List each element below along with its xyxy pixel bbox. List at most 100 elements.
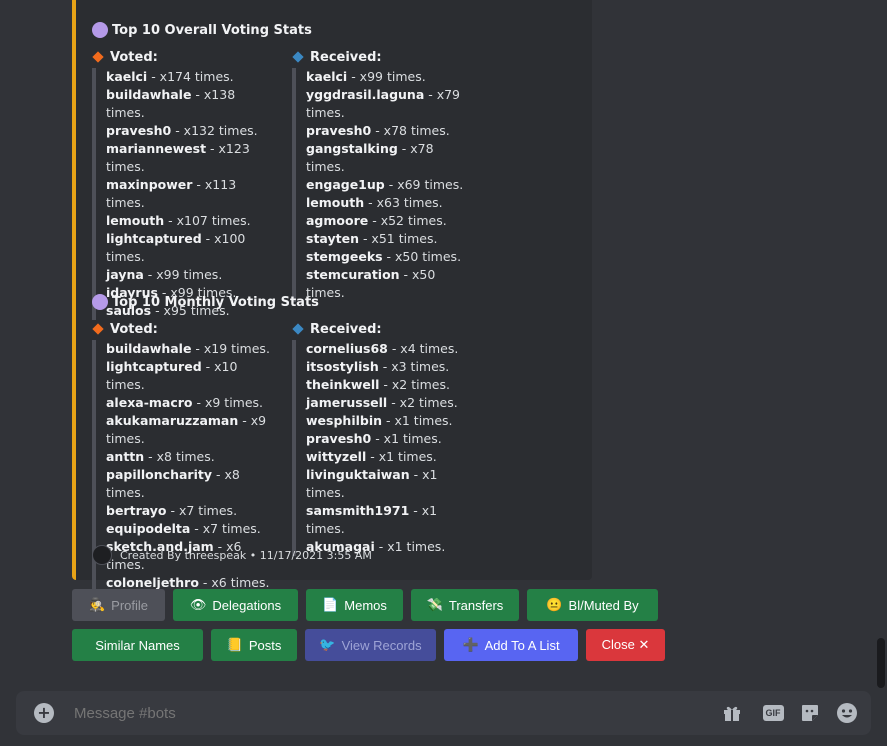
- vote-count: - x9 times.: [192, 395, 264, 410]
- eye-icon: 👁: [189, 597, 207, 612]
- purple-circle-icon: [92, 22, 108, 38]
- add-attachment-icon[interactable]: +: [34, 703, 54, 723]
- memos-button[interactable]: 📄 Memos: [306, 589, 403, 621]
- transfers-label: Transfers: [448, 597, 504, 613]
- vote-count: - x1 times.: [374, 539, 446, 554]
- list-item: lightcaptured - x10 times.: [106, 358, 272, 394]
- username: jamerussell: [306, 395, 388, 410]
- username: kaelci: [106, 69, 148, 84]
- overall-received-label: Received:: [310, 49, 382, 65]
- vote-count: - x63 times.: [364, 195, 443, 210]
- vote-count: times.: [306, 105, 345, 120]
- vote-count: - x69 times.: [384, 177, 464, 192]
- sticker-icon[interactable]: [799, 702, 821, 724]
- vote-count: - x79: [424, 87, 461, 102]
- similar-names-button[interactable]: Similar Names: [72, 629, 203, 661]
- blue-diamond-icon: [292, 51, 304, 63]
- monthly-stats-title: Top 10 Monthly Voting Stats: [92, 294, 319, 310]
- vote-count: - x99 times.: [143, 267, 223, 282]
- author-avatar: [92, 545, 112, 565]
- list-item: theinkwell - x2 times.: [306, 376, 472, 394]
- list-item: samsmith1971 - x1 times.: [306, 502, 472, 538]
- username: pravesh0: [306, 431, 372, 446]
- face-icon: 😐: [546, 597, 563, 612]
- username: yggdrasil.laguna: [306, 87, 425, 102]
- username: lightcaptured: [106, 359, 202, 374]
- transfers-button[interactable]: 💸 Transfers: [411, 589, 519, 621]
- vote-count: - x132 times.: [171, 123, 258, 138]
- close-button[interactable]: Close ✕: [586, 629, 665, 661]
- vote-count: - x1 times.: [382, 413, 453, 428]
- username: itsostylish: [306, 359, 379, 374]
- posts-button[interactable]: 📒 Posts: [211, 629, 297, 661]
- delegations-label: Delegations: [212, 597, 282, 613]
- username: agmoore: [306, 213, 369, 228]
- username: akukamaruzzaman: [106, 413, 239, 428]
- username: lemouth: [106, 213, 165, 228]
- list-item: cornelius68 - x4 times.: [306, 340, 472, 358]
- list-item: pravesh0 - x1 times.: [306, 430, 472, 448]
- list-item: pravesh0 - x78 times.: [306, 122, 472, 140]
- list-item: yggdrasil.laguna - x79: [306, 86, 472, 104]
- view-records-button[interactable]: 🐦 View Records: [305, 629, 436, 661]
- gif-icon[interactable]: GIF: [760, 702, 786, 724]
- vote-count: - x99 times.: [347, 69, 426, 84]
- username: stemgeeks: [306, 249, 383, 264]
- message-input[interactable]: [72, 704, 676, 723]
- username: livinguktaiwan: [306, 467, 410, 482]
- list-item: pravesh0 - x132 times.: [106, 122, 272, 140]
- username: lightcaptured: [106, 231, 202, 246]
- vote-count: - x9: [238, 413, 267, 428]
- blue-diamond-icon: [292, 323, 304, 335]
- list-item: equipodelta - x7 times.: [106, 520, 272, 538]
- list-item: kaelci - x174 times.: [106, 68, 272, 86]
- overall-voted-list: kaelci - x174 times. buildawhale - x138 t…: [92, 68, 272, 320]
- username: papilloncharity: [106, 467, 212, 482]
- list-item: kaelci - x99 times.: [306, 68, 472, 86]
- profile-button[interactable]: 🕵 Profile: [72, 589, 165, 621]
- vote-count: - x3 times.: [378, 359, 450, 374]
- vote-count: - x19 times.: [191, 341, 270, 356]
- list-item: mariannewest - x123 times.: [106, 140, 272, 176]
- transfer-icon: 💸: [426, 597, 443, 612]
- delegations-button[interactable]: 👁 Delegations: [173, 589, 298, 621]
- vote-count: - x174 times.: [147, 69, 234, 84]
- list-item: stemcuration - x50 times.: [306, 266, 472, 302]
- blmuted-label: Bl/Muted By: [568, 597, 639, 613]
- username: wittyzell: [306, 449, 367, 464]
- username: stemcuration: [306, 267, 400, 282]
- memos-label: Memos: [344, 597, 387, 613]
- overall-voted-label: Voted:: [110, 49, 158, 65]
- vote-count: - x52 times.: [368, 213, 447, 228]
- list-item: wesphilbin - x1 times.: [306, 412, 472, 430]
- list-item: papilloncharity - x8 times.: [106, 466, 272, 502]
- list-item: times.: [306, 104, 472, 122]
- blmuted-button[interactable]: 😐 Bl/Muted By: [527, 589, 658, 621]
- add-to-list-label: Add To A List: [484, 637, 560, 653]
- orange-diamond-icon: [92, 51, 104, 63]
- vote-count: - x2 times.: [387, 395, 458, 410]
- username: stayten: [306, 231, 359, 246]
- username: engage1up: [306, 177, 385, 192]
- gif-label: GIF: [762, 705, 784, 721]
- username: pravesh0: [306, 123, 372, 138]
- list-item: anttn - x8 times.: [106, 448, 272, 466]
- gift-icon[interactable]: [721, 702, 743, 724]
- emoji-icon[interactable]: [836, 702, 858, 724]
- message-composer: + GIF: [16, 691, 871, 735]
- username: buildawhale: [106, 341, 192, 356]
- posts-label: Posts: [248, 637, 282, 653]
- close-label: Close ✕: [601, 637, 650, 652]
- username: alexa-macro: [106, 395, 193, 410]
- add-to-list-button[interactable]: ➕ Add To A List: [444, 629, 578, 661]
- username: gangstalking: [306, 141, 398, 156]
- vote-count: - x6 times.: [198, 575, 270, 590]
- vote-count: - x107 times.: [164, 213, 251, 228]
- list-item: times.: [106, 430, 272, 448]
- view-records-label: View Records: [341, 637, 422, 653]
- username: lemouth: [306, 195, 365, 210]
- overall-received-column: Received: kaelci - x99 times. yggdrasil.l…: [292, 48, 472, 302]
- scrollbar[interactable]: [877, 638, 885, 688]
- overall-received-list: kaelci - x99 times. yggdrasil.laguna - x7…: [292, 68, 472, 302]
- vote-count: - x2 times.: [379, 377, 450, 392]
